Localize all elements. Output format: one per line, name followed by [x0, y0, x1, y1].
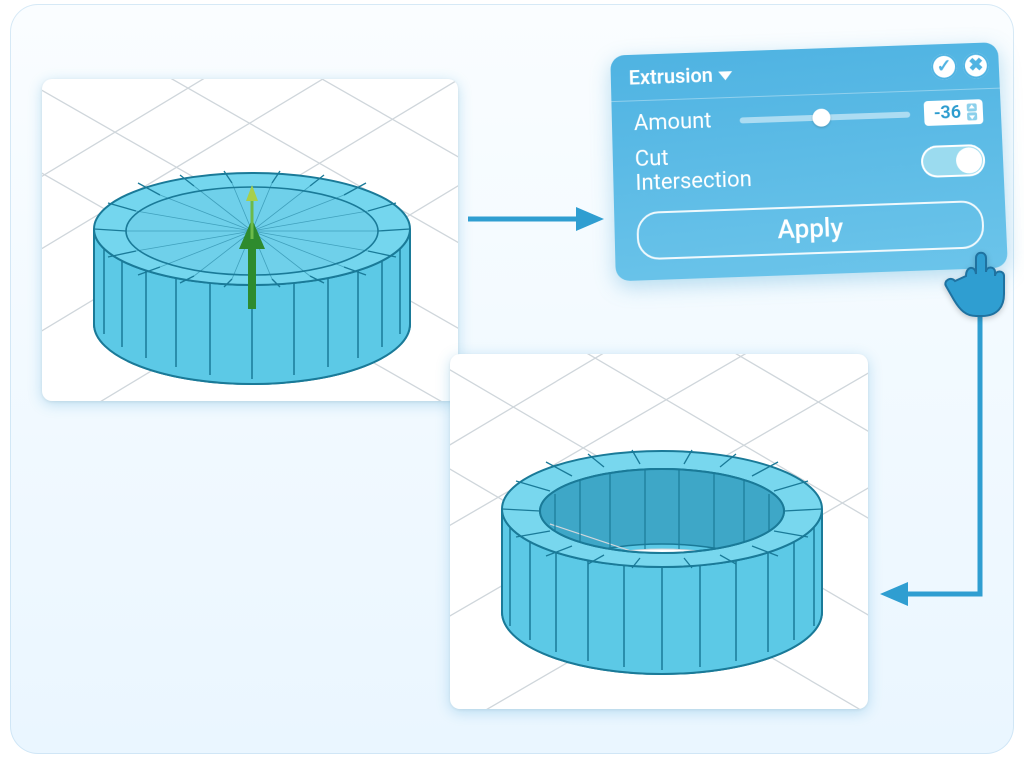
cursor-hand-icon [942, 242, 1022, 322]
amount-value: -36 [933, 102, 961, 124]
amount-value-field[interactable]: -36 [923, 99, 983, 126]
cut-intersection-toggle[interactable] [920, 144, 985, 178]
amount-label: Amount [634, 108, 726, 136]
diagram-canvas: Extrusion ✓ ✖ Amount -36 C [10, 4, 1014, 754]
amount-spinner[interactable] [967, 103, 978, 120]
panel-title: Extrusion [628, 63, 713, 90]
flow-arrow-2 [880, 314, 1000, 624]
amount-slider[interactable] [740, 111, 911, 123]
toggle-knob[interactable] [956, 147, 983, 174]
spinner-up[interactable] [967, 103, 977, 111]
close-button[interactable]: ✖ [962, 52, 989, 79]
confirm-button[interactable]: ✓ [931, 53, 958, 80]
spinner-down[interactable] [967, 112, 977, 120]
viewport-before [42, 79, 458, 401]
flow-arrow-1 [464, 189, 604, 249]
viewport-before-svg [42, 79, 458, 401]
viewport-after-svg [450, 354, 868, 709]
viewport-after [450, 354, 868, 709]
slider-thumb[interactable] [812, 108, 831, 127]
apply-button[interactable]: Apply [636, 200, 985, 260]
cut-intersection-label: Cut Intersection [635, 144, 753, 196]
chevron-down-icon [719, 71, 733, 80]
